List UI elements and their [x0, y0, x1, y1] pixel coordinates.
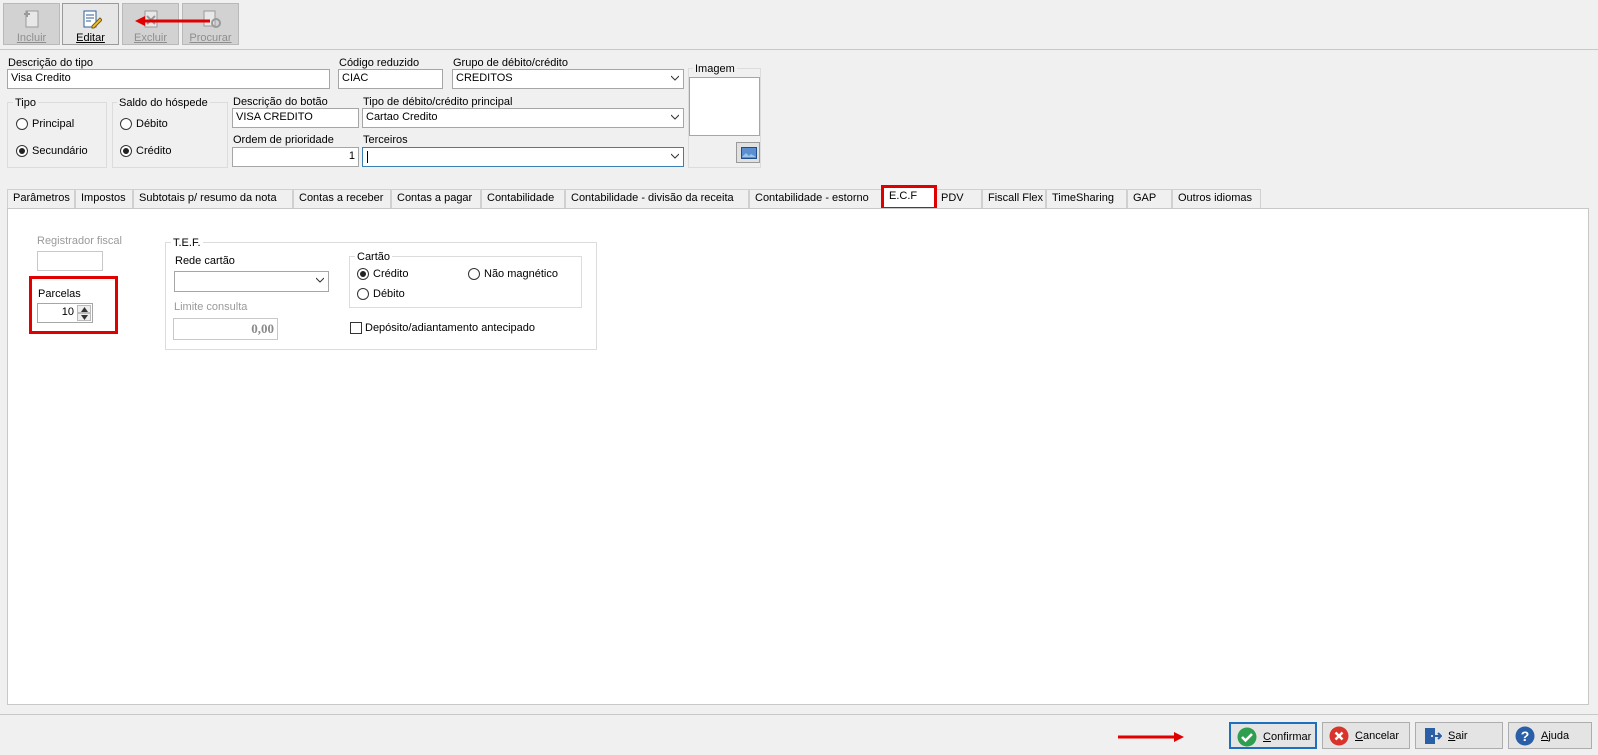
tipo-group — [7, 102, 107, 168]
registrador-input[interactable] — [37, 251, 103, 271]
cartao-group — [349, 256, 582, 308]
codigo-reduzido-label: Código reduzido — [339, 57, 420, 69]
grupo-select[interactable]: CREDITOS — [452, 69, 684, 89]
tef-label: T.E.F. — [171, 237, 203, 249]
imagem-select-button[interactable] — [736, 142, 760, 163]
cancelar-label: Cancelar — [1355, 730, 1400, 742]
ajuda-button[interactable]: ? Ajuda — [1508, 722, 1592, 749]
chevron-down-icon — [316, 277, 324, 283]
confirmar-label: Confirmar — [1263, 731, 1312, 743]
saldo-label: Saldo do hóspede — [117, 97, 210, 109]
tab-timesharing[interactable]: TimeSharing — [1046, 189, 1127, 208]
chevron-down-icon — [671, 153, 679, 159]
rede-cartao-select[interactable] — [174, 271, 329, 292]
tab-impostos[interactable]: Impostos — [75, 189, 133, 208]
codigo-reduzido-input[interactable]: CIAC — [338, 69, 443, 89]
ordem-label: Ordem de prioridade — [233, 134, 334, 146]
tab-fiscall-flex[interactable]: Fiscall Flex — [982, 189, 1046, 208]
saldo-credito-label: Crédito — [136, 145, 172, 157]
cartao-nao-magnetico-radio[interactable] — [468, 268, 480, 280]
editar-button[interactable]: Editar — [62, 3, 119, 45]
tab-parametros[interactable]: Parâmetros — [7, 189, 75, 208]
tab-contabilidade-divisao[interactable]: Contabilidade - divisão da receita — [565, 189, 749, 208]
grupo-label: Grupo de débito/crédito — [453, 57, 568, 69]
tab-gap[interactable]: GAP — [1127, 189, 1172, 208]
confirmar-button[interactable]: Confirmar — [1229, 722, 1317, 749]
limite-consulta-label: Limite consulta — [174, 301, 248, 313]
image-icon — [741, 147, 757, 159]
ajuda-label: Ajuda — [1541, 730, 1570, 742]
excluir-label: Excluir — [133, 32, 167, 44]
cancelar-button[interactable]: Cancelar — [1322, 722, 1410, 749]
tipo-label: Tipo — [13, 97, 38, 109]
cartao-debito-radio[interactable] — [357, 288, 369, 300]
bottom-divider — [0, 714, 1598, 715]
cartao-nao-magnetico-label: Não magnético — [484, 268, 558, 280]
saldo-credito-radio[interactable] — [120, 145, 132, 157]
svg-text:?: ? — [1521, 728, 1530, 744]
terceiros-label: Terceiros — [363, 134, 408, 146]
annotation-highlight-parcelas — [29, 276, 118, 334]
registrador-label: Registrador fiscal — [37, 235, 122, 247]
exit-door-icon — [1425, 728, 1442, 744]
procurar-label: Procurar — [189, 32, 232, 44]
descricao-tipo-label: Descrição do tipo — [8, 57, 93, 69]
tipo-principal-dc-select[interactable]: Cartao Credito — [362, 108, 684, 128]
editar-label: Editar — [76, 32, 105, 44]
text-cursor — [367, 151, 368, 163]
grupo-value: CREDITOS — [456, 72, 513, 84]
new-document-icon — [23, 10, 38, 28]
descricao-botao-input[interactable]: VISA CREDITO — [232, 108, 359, 128]
ordem-input[interactable]: 1 — [232, 147, 359, 167]
descricao-botao-label: Descrição do botão — [233, 96, 328, 108]
edit-document-icon — [83, 10, 102, 29]
cartao-credito-radio[interactable] — [357, 268, 369, 280]
toolbar-divider — [0, 49, 1598, 50]
help-icon: ? — [1515, 726, 1535, 746]
tipo-secundario-label: Secundário — [32, 145, 88, 157]
cancel-icon — [1329, 726, 1349, 746]
imagem-label: Imagem — [693, 63, 737, 75]
tipo-principal-dc-label: Tipo de débito/crédito principal — [363, 96, 513, 108]
chevron-down-icon — [671, 75, 679, 81]
tab-contas-pagar[interactable]: Contas a pagar — [391, 189, 481, 208]
incluir-button[interactable]: Incluir — [3, 3, 60, 45]
descricao-tipo-input[interactable]: Visa Credito — [7, 69, 330, 89]
tab-contabilidade[interactable]: Contabilidade — [481, 189, 565, 208]
annotation-arrow-left — [135, 16, 210, 26]
tab-subtotais[interactable]: Subtotais p/ resumo da nota — [133, 189, 293, 208]
annotation-highlight-ecf-tab — [881, 185, 937, 210]
rede-cartao-label: Rede cartão — [175, 255, 235, 267]
tipo-principal-radio[interactable] — [16, 118, 28, 130]
deposito-checkbox[interactable] — [350, 322, 362, 334]
check-icon — [1237, 727, 1257, 747]
tipo-principal-label: Principal — [32, 118, 75, 130]
incluir-label: Incluir — [16, 32, 47, 44]
saldo-debito-radio[interactable] — [120, 118, 132, 130]
imagem-preview — [689, 77, 760, 136]
terceiros-select[interactable] — [362, 147, 684, 167]
saldo-group — [112, 102, 228, 168]
tipo-secundario-radio[interactable] — [16, 145, 28, 157]
saldo-debito-label: Débito — [136, 118, 168, 130]
tipo-principal-dc-value: Cartao Credito — [366, 111, 438, 123]
chevron-down-icon — [671, 114, 679, 120]
sair-button[interactable]: Sair — [1415, 722, 1503, 749]
cartao-label: Cartão — [355, 251, 393, 263]
cartao-credito-label: Crédito — [373, 268, 409, 280]
tab-pdv[interactable]: PDV — [935, 189, 982, 208]
deposito-label: Depósito/adiantamento antecipado — [365, 322, 536, 334]
tab-contas-receber[interactable]: Contas a receber — [293, 189, 391, 208]
limite-consulta-input[interactable]: 0,00 — [173, 318, 278, 340]
tab-outros-idiomas[interactable]: Outros idiomas — [1172, 189, 1261, 208]
cartao-debito-label: Débito — [373, 288, 405, 300]
annotation-arrow-right — [1118, 732, 1184, 742]
tab-contabilidade-estorno[interactable]: Contabilidade - estorno — [749, 189, 883, 208]
sair-label: Sair — [1448, 730, 1468, 742]
